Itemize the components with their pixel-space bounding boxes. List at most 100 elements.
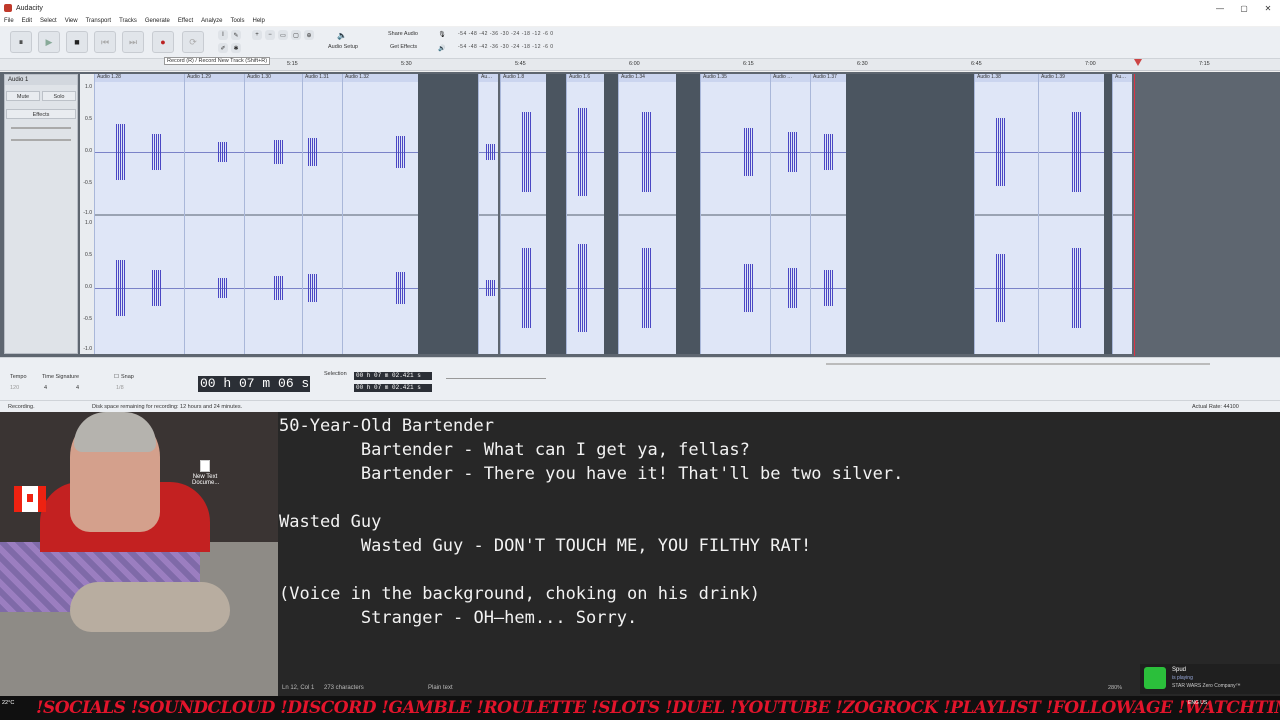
skip-to-start-button[interactable]: ⏮ (94, 31, 116, 53)
speaker-icon[interactable]: 🔈 (334, 30, 350, 40)
audio-clip[interactable]: Audio 1.30 (244, 74, 302, 354)
horizontal-scrollbar[interactable] (826, 363, 1210, 365)
playback-meter[interactable]: -54 -48 -42 -36 -30 -24 -18 -12 -6 0 (458, 44, 554, 50)
solo-button[interactable]: Solo (42, 91, 76, 101)
play-head-marker[interactable] (1134, 59, 1142, 66)
clip-title[interactable]: Audio 1.39 (1039, 74, 1104, 82)
clip-title[interactable]: Audio 1.37 (811, 74, 846, 82)
record-icon: ● (160, 37, 166, 47)
clip-title[interactable]: Audio 1.29 (185, 74, 244, 82)
gain-slider[interactable] (11, 127, 71, 129)
record-meter[interactable]: -54 -48 -42 -36 -30 -24 -18 -12 -6 0 (458, 31, 554, 37)
notepad-editor[interactable]: 50-Year-Old Bartender Bartender - What c… (272, 412, 1280, 696)
tempo-field[interactable]: 120 (10, 385, 19, 391)
snap-checkbox[interactable]: ☐ (114, 374, 119, 380)
maximize-button[interactable]: ▢ (1232, 4, 1256, 13)
menu-select[interactable]: Select (40, 18, 57, 24)
playback-speed-slider[interactable] (446, 378, 546, 379)
channel-midline (701, 288, 770, 289)
channel-midline (185, 288, 244, 289)
new-text-document-shortcut[interactable]: New Text Docume... (192, 460, 219, 496)
menu-tools[interactable]: Tools (230, 18, 244, 24)
close-button[interactable]: ✕ (1256, 4, 1280, 13)
selection-start[interactable]: 00 h 07 m 02.421 s (354, 372, 432, 380)
scale-label: -0.5 (83, 180, 92, 186)
audio-clip[interactable]: Au… (1112, 74, 1132, 354)
zoom-toggle-icon[interactable]: ⊕ (304, 30, 314, 40)
menu-view[interactable]: View (65, 18, 78, 24)
menu-file[interactable]: File (4, 18, 14, 24)
time-signature-numerator[interactable]: 4 (44, 385, 47, 391)
clip-title[interactable]: Au… (1113, 74, 1132, 82)
waveform-area[interactable]: Audio 1.28 Audio 1.29 Audio 1.30 Audio 1.31… (94, 74, 1132, 354)
track-gap (846, 74, 974, 354)
clip-title[interactable]: Audio 1.28 (95, 74, 184, 82)
record-button[interactable]: ● (152, 31, 174, 53)
clip-title[interactable]: Audio 1.6 (567, 74, 604, 82)
snap-select[interactable]: 1/8 (116, 385, 124, 391)
audio-clip[interactable]: Audio 1.32 (342, 74, 418, 354)
time-display[interactable]: 00 h 07 m 06 s (198, 376, 310, 392)
audio-clip[interactable]: Au… (478, 74, 498, 354)
pan-slider[interactable] (11, 139, 71, 141)
script-line: Wasted Guy (279, 512, 382, 532)
clip-title[interactable]: Audio 1.35 (701, 74, 770, 82)
menu-generate[interactable]: Generate (145, 18, 170, 24)
play-icon: ▶ (45, 36, 53, 47)
scale-label: 0.0 (85, 284, 92, 290)
channel-separator (245, 214, 302, 216)
track-gap (1104, 74, 1112, 354)
waveform-burst (218, 278, 228, 298)
audio-clip[interactable]: Audio 1.39 (1038, 74, 1104, 354)
minimize-button[interactable]: — (1208, 4, 1232, 13)
audio-clip[interactable]: Audio … (770, 74, 810, 354)
channel-separator (771, 214, 810, 216)
skip-to-end-button[interactable]: ⏭ (122, 31, 144, 53)
fit-project-icon[interactable]: ▢ (291, 30, 301, 40)
clip-title[interactable]: Audio 1.8 (501, 74, 546, 82)
menu-transport[interactable]: Transport (86, 18, 111, 24)
menu-tracks[interactable]: Tracks (119, 18, 137, 24)
menu-effect[interactable]: Effect (178, 18, 193, 24)
clip-title[interactable]: Audio 1.30 (245, 74, 302, 82)
effects-button[interactable]: Effects (6, 109, 76, 119)
share-audio-button[interactable]: Share Audio (388, 31, 418, 37)
audio-setup-button[interactable]: Audio Setup (328, 44, 358, 50)
draw-tool-icon[interactable]: ✐ (218, 43, 228, 53)
scale-label: 1.0 (85, 220, 92, 226)
scale-label: 1.0 (85, 84, 92, 90)
menu-analyze[interactable]: Analyze (201, 18, 222, 24)
time-signature-denominator[interactable]: 4 (76, 385, 79, 391)
play-button[interactable]: ▶ (38, 31, 60, 53)
clip-title[interactable]: Au… (479, 74, 498, 82)
menu-edit[interactable]: Edit (22, 18, 32, 24)
audio-clip[interactable]: Audio 1.38 (974, 74, 1038, 354)
audio-clip[interactable]: Audio 1.29 (184, 74, 244, 354)
selection-end[interactable]: 00 h 07 m 02.421 s (354, 384, 432, 392)
zoom-in-icon[interactable]: + (252, 30, 262, 40)
audio-clip[interactable]: Audio 1.35 (700, 74, 770, 354)
zoom-out-icon[interactable]: − (265, 30, 275, 40)
mic-icon: 🎙 (438, 31, 446, 38)
clip-title[interactable]: Audio … (771, 74, 810, 82)
clip-title[interactable]: Audio 1.38 (975, 74, 1038, 82)
get-effects-button[interactable]: Get Effects (390, 44, 417, 50)
spud-avatar (1144, 667, 1166, 689)
audio-clip[interactable]: Audio 1.31 (302, 74, 342, 354)
stop-button[interactable]: ■ (66, 31, 88, 53)
screen: Audacity — ▢ ✕ File Edit Select View Tra… (0, 0, 1280, 720)
multi-tool-icon[interactable]: ✱ (231, 43, 241, 53)
clip-title[interactable]: Audio 1.34 (619, 74, 676, 82)
clip-title[interactable]: Audio 1.31 (303, 74, 342, 82)
pause-button[interactable]: ⏸ (10, 31, 32, 53)
fit-selection-icon[interactable]: ▭ (278, 30, 288, 40)
clip-title[interactable]: Audio 1.32 (343, 74, 418, 82)
audio-clip[interactable]: Audio 1.37 (810, 74, 846, 354)
loop-button[interactable]: ⟳ (182, 31, 204, 53)
audio-clip[interactable]: Audio 1.28 (94, 74, 184, 354)
track-name[interactable]: Audio 1 (5, 75, 77, 85)
envelope-tool-icon[interactable]: ✎ (231, 30, 241, 40)
mute-button[interactable]: Mute (6, 91, 40, 101)
selection-tool-icon[interactable]: I (218, 30, 228, 40)
menu-help[interactable]: Help (252, 18, 264, 24)
